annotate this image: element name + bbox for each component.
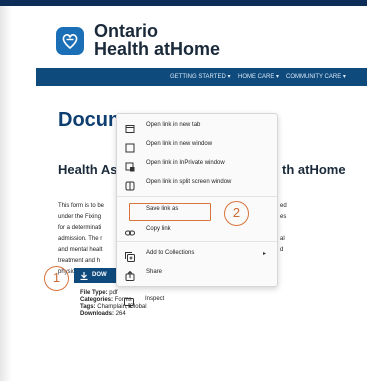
main-nav: GETTING STARTED ▾ HOME CARE ▾ COMMUNITY … (36, 68, 367, 86)
step-badge-1: 1 (44, 266, 69, 291)
form-heading: Health As (58, 162, 118, 177)
paragraph-tail: d (280, 247, 284, 253)
menu-item-label: Open link in InPrivate window (146, 160, 225, 166)
menu-item-open-split-screen[interactable]: Open link in split screen window (117, 175, 277, 191)
paragraph-line: treatment and h (58, 258, 101, 264)
brand-line-1: Ontario (94, 21, 159, 41)
menu-item-copy-link[interactable]: Copy link (117, 222, 277, 238)
page-edge-shadow (0, 6, 12, 381)
nav-item-getting-started[interactable]: GETTING STARTED ▾ (170, 73, 230, 80)
share-icon (125, 268, 135, 281)
menu-divider (117, 241, 277, 242)
form-heading-tail: th atHome (282, 162, 346, 177)
nav-item-label: COMMUNITY CARE (286, 74, 342, 80)
meta-label: File Type: (80, 290, 108, 296)
step-badge-2: 2 (224, 201, 249, 226)
brand-name[interactable]: Ontario Health atHome (94, 22, 220, 58)
page-title: Docun (58, 109, 121, 131)
new-tab-icon (125, 121, 135, 133)
save-link-as-highlight (129, 203, 211, 221)
split-screen-icon (125, 178, 135, 191)
paragraph-line: admission. The r (58, 236, 103, 242)
menu-item-label: Copy link (146, 226, 171, 232)
menu-item-label: Open link in new tab (146, 122, 201, 128)
menu-item-label: Share (146, 269, 163, 275)
menu-divider (117, 196, 277, 197)
collections-icon (125, 249, 135, 262)
meta-file-type: File Type: pdf (80, 290, 118, 296)
menu-item-label: Open link in new window (146, 141, 213, 147)
meta-label: Downloads: (80, 311, 114, 317)
meta-label: Tags: (80, 304, 96, 310)
context-menu: Open link in new tab Open link in new wi… (116, 113, 278, 287)
paragraph-tail: es (280, 214, 287, 220)
menu-item-open-new-tab[interactable]: Open link in new tab (117, 118, 277, 134)
menu-item-share[interactable]: Share (117, 265, 277, 281)
meta-label: Categories: (80, 297, 114, 303)
chevron-down-icon: ▾ (227, 74, 231, 80)
ontario-health-logo-icon[interactable] (56, 27, 84, 55)
nav-item-home-care[interactable]: HOME CARE ▾ (238, 73, 279, 80)
meta-downloads: Downloads: 264 (80, 311, 126, 317)
submenu-arrow-icon: ▸ (263, 251, 267, 257)
paragraph-line: under the Fixing (58, 214, 102, 220)
menu-item-label: Open link in split screen window (146, 179, 232, 185)
menu-item-label: Inspect (145, 296, 165, 302)
paragraph-line: and mental healt (58, 247, 103, 253)
inprivate-window-icon (125, 159, 135, 172)
link-icon (125, 225, 135, 236)
menu-item-label: Add to Collections (146, 250, 195, 256)
download-label: DOW (92, 272, 107, 278)
chevron-down-icon: ▾ (276, 74, 280, 80)
menu-item-inspect[interactable]: Inspect (116, 292, 276, 309)
meta-value: 264 (115, 311, 126, 317)
chevron-down-icon: ▾ (342, 74, 346, 80)
paragraph-line: This form is to be (58, 203, 105, 209)
nav-item-label: GETTING STARTED (170, 74, 226, 80)
nav-item-community-care[interactable]: COMMUNITY CARE ▾ (286, 73, 346, 80)
menu-item-open-new-window[interactable]: Open link in new window (117, 137, 277, 153)
brand-line-2: Health atHome (94, 39, 221, 59)
menu-item-add-to-collections[interactable]: Add to Collections ▸ (117, 246, 277, 262)
download-icon (80, 272, 88, 282)
nav-item-label: HOME CARE (238, 74, 275, 80)
paragraph-tail: al (280, 236, 285, 242)
paragraph-tail: ed (280, 203, 287, 209)
paragraph-line: for a determinati (58, 225, 102, 231)
inspect-icon (124, 295, 134, 309)
new-window-icon (125, 140, 135, 153)
menu-item-open-inprivate[interactable]: Open link in InPrivate window (117, 156, 277, 172)
